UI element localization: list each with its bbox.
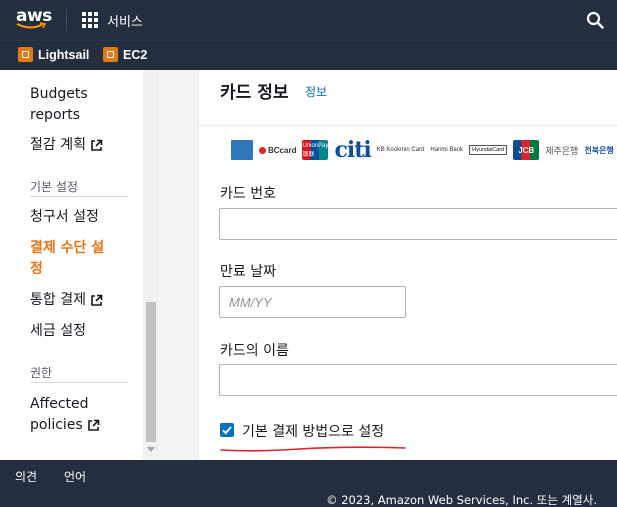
set-default-checkbox[interactable] bbox=[220, 423, 234, 437]
sidebar-item-billing-preferences[interactable]: 청구서 설정 bbox=[30, 207, 99, 228]
sidebar-item-tax-settings[interactable]: 세금 설정 bbox=[30, 321, 86, 342]
card-info-panel: 카드 정보 정보 BCcard UnionPay 银联 citi KB Kook… bbox=[198, 70, 617, 460]
cardholder-name-input[interactable] bbox=[219, 364, 617, 396]
card-number-label: 카드 번호 bbox=[220, 186, 276, 202]
aws-smile-icon bbox=[16, 22, 46, 29]
sidebar-section-permissions: 권한 bbox=[30, 366, 53, 380]
services-grid-icon bbox=[82, 12, 98, 28]
red-underline-annotation bbox=[220, 446, 406, 452]
top-navigation-bar: aws 서비스 bbox=[0, 0, 617, 40]
services-menu-button[interactable]: 서비스 bbox=[82, 0, 143, 40]
sidebar-item-label: Budgets bbox=[30, 86, 88, 102]
scroll-down-arrow-icon[interactable] bbox=[147, 447, 155, 452]
jeju-bank-logo: 제주은행 bbox=[545, 146, 579, 157]
set-default-label: 기본 결제 방법으로 설정 bbox=[242, 424, 385, 440]
kb-card-logo: KB Kookmin Card bbox=[376, 147, 425, 153]
favorite-lightsail[interactable]: Lightsail bbox=[18, 47, 89, 62]
sidebar-item-consolidated-billing[interactable]: 통합 결제 bbox=[30, 290, 103, 311]
card-number-input[interactable] bbox=[219, 208, 617, 240]
unionpay-logo: UnionPay 银联 bbox=[302, 140, 328, 160]
sidebar-item-label: policies bbox=[30, 417, 83, 433]
sidebar-section-preferences: 기본 설정 bbox=[30, 180, 78, 194]
sidebar-item-label: 통합 결제 bbox=[30, 292, 86, 308]
checkmark-icon bbox=[222, 426, 232, 435]
info-link[interactable]: 정보 bbox=[305, 83, 327, 100]
sidebar-item-label: 결제 수단 설 bbox=[30, 240, 105, 256]
copyright-text: © 2023, Amazon Web Services, Inc. 또는 계열사… bbox=[326, 493, 597, 507]
aws-logo[interactable]: aws bbox=[16, 6, 52, 34]
citi-logo: citi bbox=[334, 137, 371, 163]
hyundai-card-logo: HyundaiCard bbox=[469, 145, 508, 155]
main-content: 카드 정보 정보 BCcard UnionPay 银联 citi KB Kook… bbox=[158, 70, 617, 460]
feedback-link[interactable]: 의견 bbox=[15, 468, 37, 485]
sidebar-item-budgets-reports[interactable]: Budgets reports bbox=[30, 84, 88, 126]
sidebar-item-payment-methods[interactable]: 결제 수단 설 정 bbox=[30, 238, 104, 280]
nav-divider bbox=[66, 9, 67, 31]
jcb-logo: JCB bbox=[513, 140, 540, 160]
external-link-icon bbox=[91, 294, 103, 306]
bccard-logo: BCcard bbox=[259, 146, 296, 155]
panel-header: 카드 정보 정보 bbox=[199, 70, 617, 126]
favorite-label: EC2 bbox=[123, 47, 148, 62]
sidebar-item-label: 절감 계획 bbox=[30, 137, 86, 153]
external-link-icon bbox=[91, 139, 103, 151]
amex-logo bbox=[231, 140, 253, 160]
language-link[interactable]: 언어 bbox=[64, 468, 86, 485]
services-label: 서비스 bbox=[107, 14, 143, 30]
lightsail-icon bbox=[18, 47, 33, 62]
console-footer: 의견 언어 © 2023, Amazon Web Services, Inc. … bbox=[0, 460, 617, 507]
expiry-date-input[interactable] bbox=[219, 286, 406, 318]
billing-sidebar: Budgets reports 절감 계획 기본 설정 청구서 설정 결제 수단… bbox=[0, 70, 158, 460]
sidebar-item-label: reports bbox=[30, 107, 81, 123]
expiry-date-label: 만료 날짜 bbox=[220, 264, 276, 280]
sidebar-divider bbox=[30, 196, 128, 197]
ec2-icon bbox=[103, 47, 118, 62]
favorite-ec2[interactable]: EC2 bbox=[103, 47, 147, 62]
external-link-icon bbox=[87, 419, 100, 431]
hanmi-bank-logo: Hanmi Bank bbox=[430, 147, 464, 153]
page-title: 카드 정보 bbox=[220, 83, 289, 103]
sidebar-scrollbar-thumb[interactable] bbox=[146, 302, 156, 442]
sidebar-item-label: Affected bbox=[30, 396, 89, 412]
accepted-cards-logos: BCcard UnionPay 银联 citi KB Kookmin Card … bbox=[231, 137, 617, 163]
jeonbuk-bank-logo: 전북은행 bbox=[584, 145, 614, 155]
favorites-bar: Lightsail EC2 bbox=[0, 40, 617, 70]
sidebar-item-affected-policies[interactable]: Affected policies bbox=[30, 394, 100, 436]
favorite-label: Lightsail bbox=[38, 47, 90, 62]
sidebar-divider bbox=[30, 382, 128, 383]
sidebar-item-label: 정 bbox=[30, 261, 43, 277]
cardholder-name-label: 카드의 이름 bbox=[220, 343, 289, 359]
sidebar-item-savings-plans[interactable]: 절감 계획 bbox=[30, 135, 103, 156]
search-icon[interactable] bbox=[586, 11, 604, 29]
